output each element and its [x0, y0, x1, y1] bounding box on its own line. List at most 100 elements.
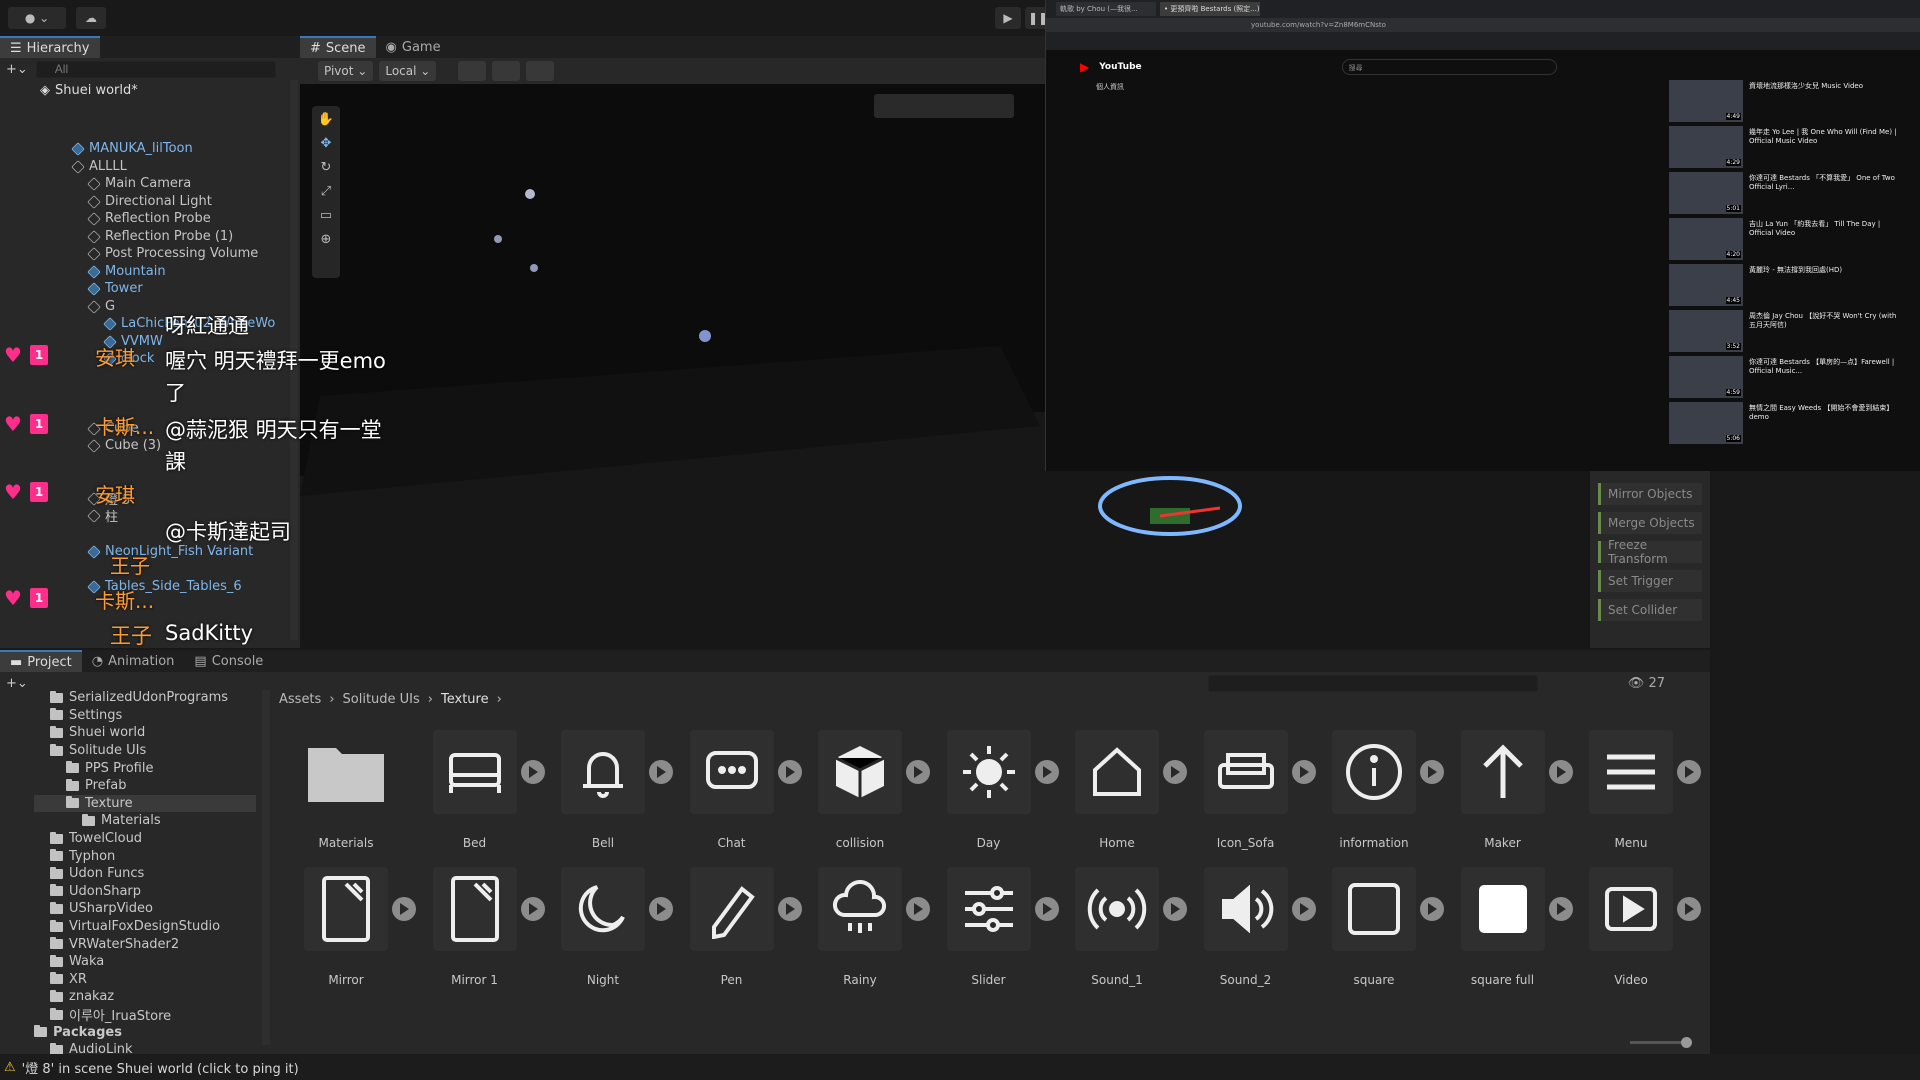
related-video-item[interactable]: 5:06 無情之間 Easy Weeds 【開始不會愛到結束】 demo [1669, 402, 1909, 444]
asset-item[interactable]: collision [796, 722, 930, 852]
zoom-slider-handle[interactable] [1681, 1037, 1692, 1048]
tab-hierarchy[interactable]: ☰ Hierarchy [0, 36, 100, 58]
local-dropdown[interactable]: Local ⌄ [379, 61, 437, 81]
project-search-input[interactable] [1207, 674, 1538, 692]
asset-item[interactable]: Materials [282, 722, 410, 852]
asset-item[interactable]: Icon_Sofa [1182, 722, 1316, 852]
create-icon[interactable]: +⌄ [6, 676, 28, 691]
hierarchy-item[interactable]: Mountain [87, 263, 166, 281]
folder-item[interactable]: Packages [34, 1023, 122, 1041]
youtube-logo-icon[interactable]: ▶ [1080, 60, 1089, 74]
account-button[interactable]: ● ⌄ [8, 7, 66, 29]
set-trigger-button[interactable]: Set Trigger [1598, 570, 1702, 592]
hierarchy-item[interactable]: Main Camera [87, 175, 191, 193]
asset-item[interactable]: square full [1439, 859, 1573, 989]
folder-item[interactable]: AudioLink [50, 1041, 133, 1054]
play-button[interactable]: ▶ [995, 7, 1021, 29]
mirror-objects-button[interactable]: Mirror Objects [1598, 483, 1702, 505]
folder-item[interactable]: znakaz [50, 988, 114, 1006]
youtube-search-input[interactable]: 搜尋 [1341, 59, 1557, 75]
address-bar[interactable]: youtube.com/watch?v=Zn8M6mCNsto [1046, 18, 1920, 32]
hidden-count-badge[interactable]: 👁 27 [1628, 676, 1665, 691]
freeze-transform-button[interactable]: Freeze Transform [1598, 538, 1702, 566]
asset-item[interactable]: square [1310, 859, 1444, 989]
pivot-dropdown[interactable]: Pivot ⌄ [318, 61, 374, 81]
asset-item[interactable]: Menu [1567, 722, 1701, 852]
folder-item[interactable]: VirtualFoxDesignStudio [50, 918, 220, 936]
tab-animation[interactable]: ◔ Animation [82, 650, 185, 672]
folder-item[interactable]: Prefab [66, 777, 126, 795]
tab-project[interactable]: ▬ Project [0, 650, 82, 672]
folder-item[interactable]: USharpVideo [50, 900, 153, 918]
folder-item[interactable]: SerializedUdonPrograms [50, 690, 228, 707]
asset-item[interactable]: Slider [925, 859, 1059, 989]
folder-item[interactable]: TowelCloud [50, 830, 142, 848]
scene-root[interactable]: ◈ Shuei world* [40, 82, 138, 100]
asset-item[interactable]: Home [1053, 722, 1187, 852]
asset-item[interactable]: Mirror 1 [411, 859, 545, 989]
tab-scene[interactable]: # Scene [300, 36, 376, 58]
asset-item[interactable]: information [1310, 722, 1444, 852]
folder-item[interactable]: Shuei world [50, 724, 145, 742]
merge-objects-button[interactable]: Merge Objects [1598, 512, 1702, 534]
folder-item[interactable]: Solitude UIs [50, 742, 146, 760]
folder-item[interactable]: Waka [50, 953, 104, 971]
grid-visibility-button[interactable] [526, 61, 555, 81]
breadcrumb-item[interactable]: Solitude UIs [343, 692, 420, 707]
asset-item[interactable]: Day [925, 722, 1059, 852]
related-video-item[interactable]: 5:01 你達可達 Bestards 「不算我愛」 One of Two Offi… [1669, 172, 1909, 214]
asset-item[interactable]: Sound_1 [1053, 859, 1187, 989]
related-video-item[interactable]: 4:49 資壞地流那樣洛少女兒 Music Video [1669, 80, 1909, 122]
asset-item[interactable]: Mirror [282, 859, 416, 989]
hierarchy-item[interactable]: ALLLL [71, 158, 127, 176]
folder-item[interactable]: 이루아_IruaStore [50, 1006, 171, 1024]
folder-item[interactable]: Typhon [50, 847, 115, 865]
folder-item[interactable]: UdonSharp [50, 883, 141, 901]
folder-item[interactable]: Udon Funcs [50, 865, 144, 883]
expand-sprite-icon[interactable] [1677, 897, 1701, 921]
project-tree-scrollbar[interactable] [262, 690, 270, 1045]
folder-item[interactable]: XR [50, 971, 87, 989]
related-video-item[interactable]: 3:52 周杰倫 Jay Chou 【說好不哭 Won't Cry (with 五… [1669, 310, 1909, 352]
related-video-item[interactable]: 4:45 黃麗玲 - 無法撐到我回處(HD) [1669, 264, 1909, 306]
add-icon[interactable]: +⌄ [6, 62, 28, 77]
set-collider-button[interactable]: Set Collider [1598, 599, 1702, 621]
asset-item[interactable]: Rainy [796, 859, 930, 989]
folder-item[interactable]: Settings [50, 707, 122, 725]
asset-item[interactable]: Video [1567, 859, 1701, 989]
asset-item[interactable]: Night [539, 859, 673, 989]
hierarchy-item[interactable]: Reflection Probe [87, 210, 211, 228]
asset-item[interactable]: Maker [1439, 722, 1573, 852]
asset-item[interactable]: Chat [668, 722, 802, 852]
related-video-item[interactable]: 4:29 幾年走 Yo Lee | 我 One Who Will (Find Me… [1669, 126, 1909, 168]
breadcrumb-item[interactable]: Texture [441, 692, 489, 707]
status-bar[interactable]: ⚠ '燈 8' in scene Shuei world (click to p… [0, 1054, 1920, 1080]
grid-snap-button[interactable] [458, 61, 487, 81]
folder-item[interactable]: Materials [82, 812, 161, 830]
folder-item[interactable]: PPS Profile [66, 759, 154, 777]
hierarchy-item[interactable]: 柱 [87, 507, 118, 525]
breadcrumb-item[interactable]: Assets [279, 692, 321, 707]
asset-item[interactable]: Bell [539, 722, 673, 852]
asset-item[interactable]: Bed [411, 722, 545, 852]
hierarchy-item[interactable]: G [87, 298, 115, 316]
tab-game[interactable]: ◉ Game [376, 36, 451, 58]
folder-item[interactable]: Texture [34, 794, 256, 813]
expand-sprite-icon[interactable] [1677, 760, 1701, 784]
related-video-item[interactable]: 4:20 吉山 La Yun 「約我去看」 Till The Day | Offi… [1669, 218, 1909, 260]
search-input[interactable] [35, 60, 276, 78]
hierarchy-item[interactable]: MANUKA_lilToon [71, 140, 193, 158]
asset-item[interactable]: Pen [668, 859, 802, 989]
cloud-icon[interactable]: ☁ [76, 7, 106, 29]
hierarchy-item[interactable]: Post Processing Volume [87, 245, 258, 263]
asset-item[interactable]: Sound_2 [1182, 859, 1316, 989]
folder-item[interactable]: VRWaterShader2 [50, 935, 179, 953]
tab-console[interactable]: ▤ Console [184, 650, 273, 672]
related-video-item[interactable]: 4:59 你達可達 Bestards 【單房的—点】Farewell | Offi… [1669, 356, 1909, 398]
browser-tab-active[interactable]: • 更預齊啦 Bestards (照定...) [1160, 2, 1260, 16]
hierarchy-item[interactable]: Directional Light [87, 193, 212, 211]
snap-increment-button[interactable] [492, 61, 521, 81]
hierarchy-item[interactable]: Tower [87, 280, 143, 298]
browser-tab[interactable]: 軌歌 by Chou (—我很... [1056, 2, 1156, 16]
hierarchy-item[interactable]: Reflection Probe (1) [87, 228, 233, 246]
